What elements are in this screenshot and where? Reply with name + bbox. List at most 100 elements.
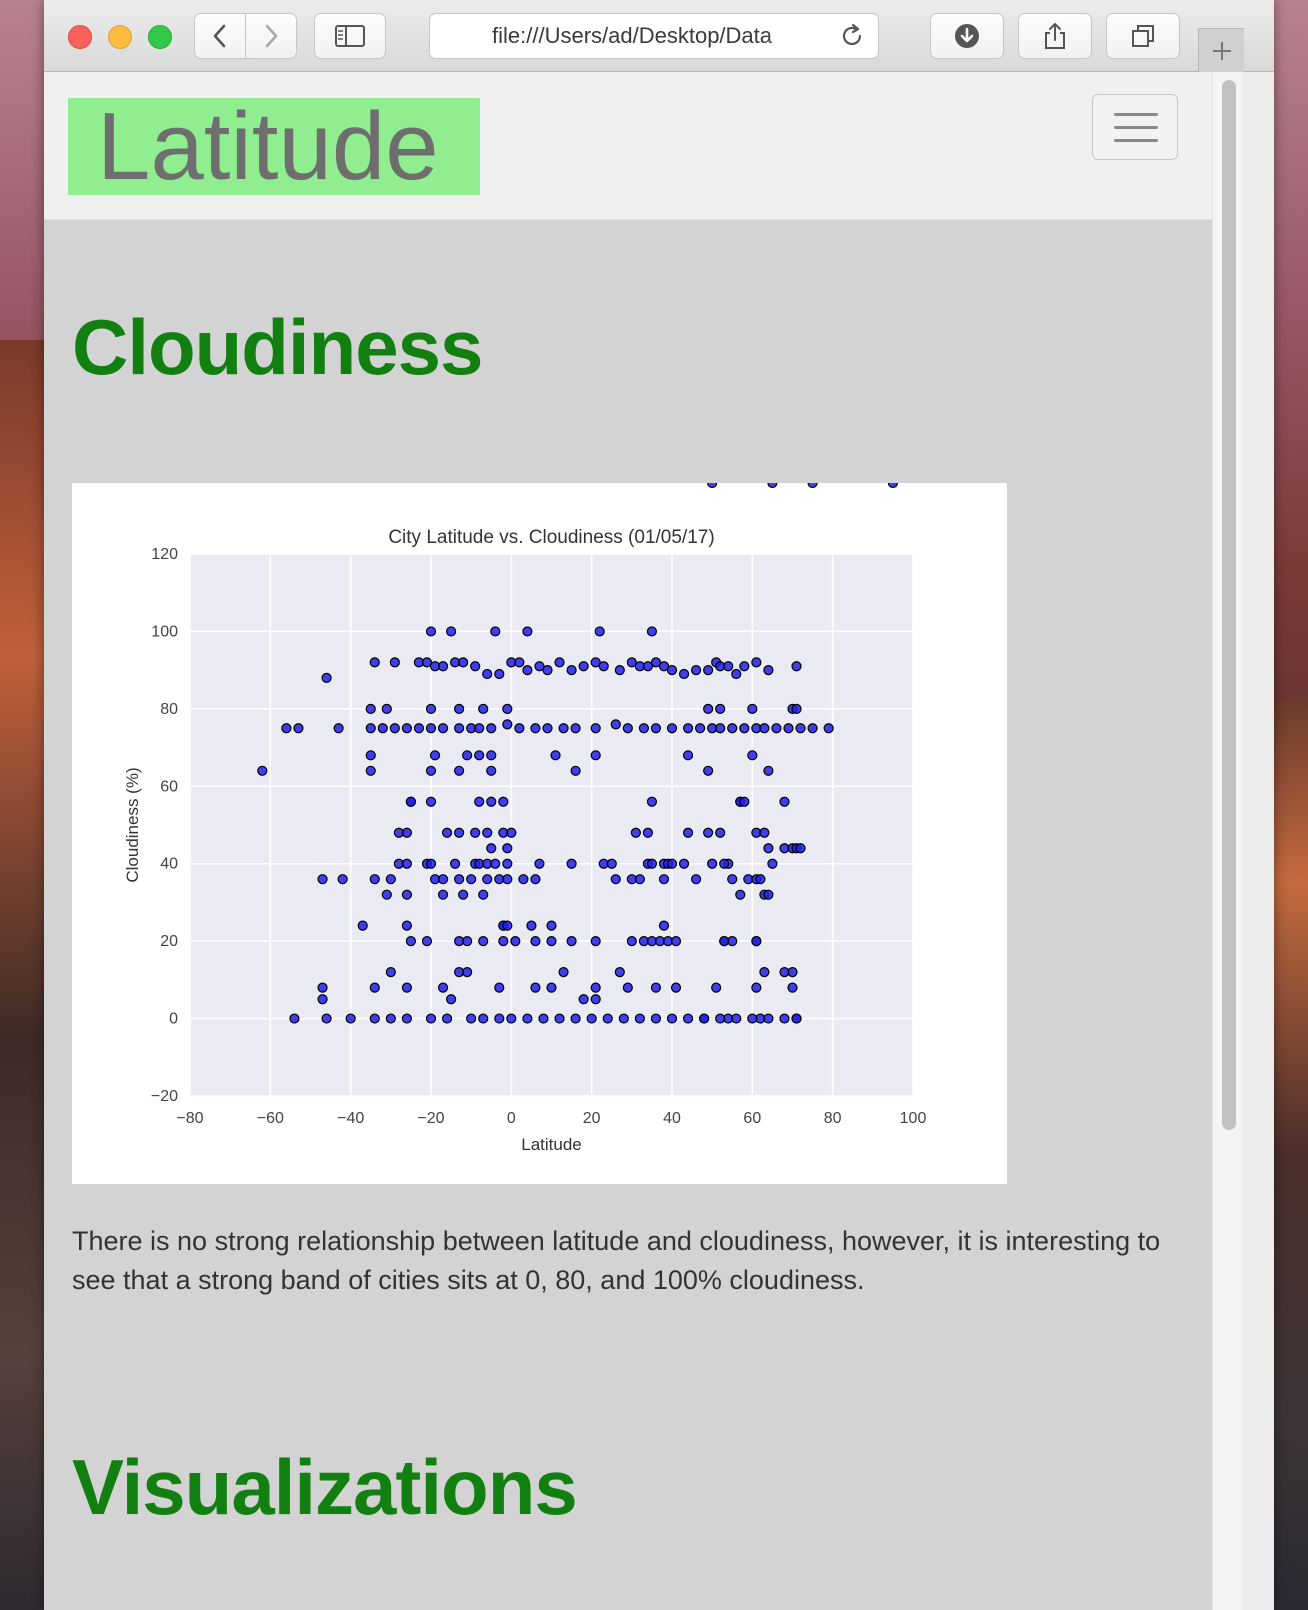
data-point xyxy=(510,936,521,947)
data-point xyxy=(759,723,770,734)
downloads-button[interactable] xyxy=(930,13,1004,59)
data-point xyxy=(321,672,332,683)
desktop-wallpaper-right xyxy=(1270,700,1308,1610)
forward-button[interactable] xyxy=(245,13,297,59)
data-point xyxy=(666,665,678,676)
data-point xyxy=(518,874,529,885)
y-tick-label: 60 xyxy=(160,778,178,795)
data-point xyxy=(494,982,505,993)
data-point xyxy=(369,657,380,668)
scatter-plot: −80 −60 −40 −20 0 20 40 60 80 100 −20 0 20 40 60 80 100 1… xyxy=(123,477,926,1154)
data-point xyxy=(739,796,750,807)
x-tick-label: 60 xyxy=(743,1110,761,1127)
data-point xyxy=(690,665,702,676)
data-point xyxy=(638,723,649,734)
y-tick-label: 40 xyxy=(160,856,178,873)
data-point xyxy=(445,626,457,637)
data-point xyxy=(425,796,437,807)
sidebar-toggle-button[interactable] xyxy=(314,13,386,59)
data-point xyxy=(747,750,758,761)
x-tick-label: 40 xyxy=(663,1110,681,1127)
data-point xyxy=(646,796,658,807)
data-point xyxy=(566,936,577,947)
data-point xyxy=(606,858,617,869)
data-point xyxy=(502,703,513,714)
data-point xyxy=(707,858,718,869)
data-point xyxy=(401,1013,412,1024)
data-point xyxy=(787,967,798,978)
data-point xyxy=(389,657,400,668)
data-point xyxy=(441,827,453,838)
data-point xyxy=(357,920,368,931)
data-point xyxy=(281,723,292,734)
data-point xyxy=(369,1013,380,1024)
data-point xyxy=(293,723,304,734)
minimize-window-button[interactable] xyxy=(108,25,132,49)
data-point xyxy=(365,723,376,734)
data-point xyxy=(401,723,412,734)
data-point xyxy=(767,477,778,489)
data-point xyxy=(437,874,449,885)
data-point xyxy=(735,889,746,900)
data-point xyxy=(425,858,437,869)
data-point xyxy=(787,982,798,993)
data-point xyxy=(317,982,328,993)
data-point xyxy=(634,874,645,885)
share-button[interactable] xyxy=(1018,13,1092,59)
data-point xyxy=(425,723,437,734)
data-point xyxy=(522,1013,533,1024)
data-point xyxy=(719,936,730,947)
data-point xyxy=(478,889,489,900)
data-point xyxy=(345,1013,356,1024)
data-point xyxy=(369,982,380,993)
data-point xyxy=(530,982,541,993)
back-button[interactable] xyxy=(194,13,246,59)
browser-window: file:///Users/ad/Desktop/Data Latitude C… xyxy=(44,0,1274,1610)
data-point xyxy=(618,1013,629,1024)
data-point xyxy=(450,858,461,869)
page-content: Latitude Cloudiness −80 −60 −40 −20 0 20 40 60 8… xyxy=(44,72,1212,1610)
menu-toggle-button[interactable] xyxy=(1092,94,1178,160)
navbar-brand[interactable]: Latitude xyxy=(68,98,480,195)
reload-icon[interactable] xyxy=(838,22,866,50)
scrollbar-thumb[interactable] xyxy=(1222,80,1236,1130)
data-point xyxy=(486,796,497,807)
data-point xyxy=(751,982,762,993)
zoom-window-button[interactable] xyxy=(148,25,172,49)
data-point xyxy=(437,982,449,993)
data-point xyxy=(542,665,553,676)
data-point xyxy=(763,1013,774,1024)
data-point xyxy=(429,750,441,761)
vertical-scrollbar[interactable] xyxy=(1212,72,1242,1610)
data-point xyxy=(538,1013,549,1024)
data-point xyxy=(590,982,601,993)
data-point xyxy=(462,750,473,761)
data-point xyxy=(421,936,433,947)
x-tick-label: 20 xyxy=(583,1110,601,1127)
data-point xyxy=(594,626,605,637)
data-point xyxy=(554,657,565,668)
data-point xyxy=(763,889,774,900)
close-window-button[interactable] xyxy=(68,25,92,49)
data-point xyxy=(666,858,678,869)
data-point xyxy=(542,723,553,734)
data-point xyxy=(385,874,396,885)
visualizations-heading: Visualizations xyxy=(72,1443,578,1531)
sidebar-icon xyxy=(335,25,365,47)
chart-title: City Latitude vs. Cloudiness (01/05/17) xyxy=(388,527,714,548)
data-point xyxy=(458,889,469,900)
data-point xyxy=(482,874,493,885)
address-url: file:///Users/ad/Desktop/Data xyxy=(492,23,773,48)
data-point xyxy=(425,703,437,714)
desktop-wallpaper-left xyxy=(0,340,46,1610)
x-tick-label: 80 xyxy=(824,1110,842,1127)
data-point xyxy=(494,1013,505,1024)
data-point xyxy=(498,796,509,807)
data-point xyxy=(602,1013,613,1024)
new-tab-button[interactable] xyxy=(1198,28,1244,72)
data-point xyxy=(570,723,581,734)
address-bar[interactable]: file:///Users/ad/Desktop/Data xyxy=(429,13,879,59)
tabs-overview-button[interactable] xyxy=(1106,13,1180,59)
data-point xyxy=(634,1013,645,1024)
data-point xyxy=(478,703,489,714)
